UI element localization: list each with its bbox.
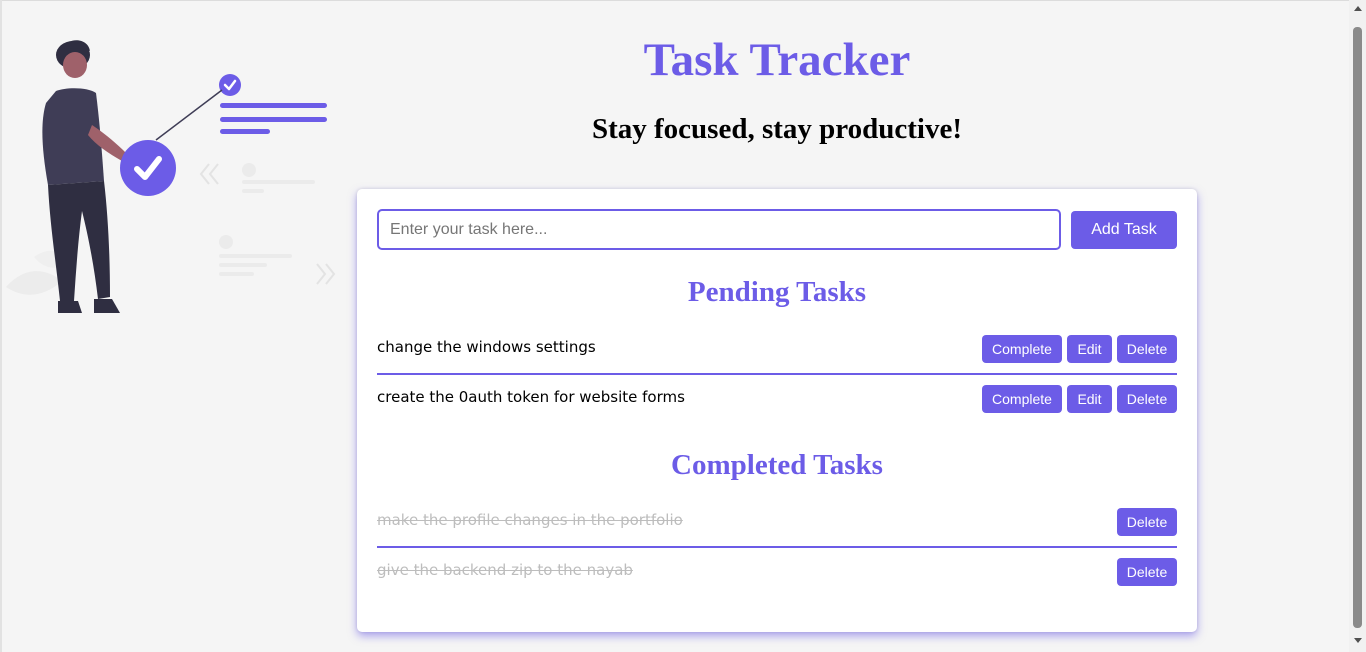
- person-icon: [42, 40, 126, 313]
- leaf-decoration-icon: [6, 271, 62, 295]
- scrollbar-thumb[interactable]: [1353, 27, 1362, 628]
- pending-tasks-heading: Pending Tasks: [687, 276, 867, 308]
- complete-button[interactable]: Complete: [982, 335, 1062, 363]
- completed-task-row: make the profile changes in the portfoli…: [377, 497, 1177, 548]
- delete-button[interactable]: Delete: [1117, 508, 1177, 536]
- completed-task-text: give the backend zip to the nayab: [377, 561, 633, 579]
- large-check-circle-icon: [120, 140, 176, 196]
- pending-task-row: change the windows settings Complete Edi…: [377, 324, 1177, 375]
- scroll-down-arrow-icon[interactable]: [1354, 638, 1362, 643]
- completed-task-row: give the backend zip to the nayab Delete: [377, 547, 1177, 597]
- small-check-circle-icon: [219, 74, 241, 96]
- person-with-checklist-illustration: [6, 40, 336, 313]
- completed-tasks-heading: Completed Tasks: [671, 449, 883, 481]
- completed-task-text: make the profile changes in the portfoli…: [377, 511, 683, 529]
- task-text: change the windows settings: [377, 338, 596, 356]
- task-text: create the 0auth token for website forms: [377, 388, 685, 406]
- edit-button[interactable]: Edit: [1067, 385, 1112, 413]
- delete-button[interactable]: Delete: [1117, 558, 1177, 586]
- edit-button[interactable]: Edit: [1067, 335, 1112, 363]
- complete-button[interactable]: Complete: [982, 385, 1062, 413]
- page-subtitle: Stay focused, stay productive!: [591, 113, 963, 145]
- window-left-border: [0, 0, 2, 652]
- checklist-lines-icon: [220, 103, 327, 134]
- delete-button[interactable]: Delete: [1117, 335, 1177, 363]
- scroll-up-arrow-icon[interactable]: [1354, 6, 1362, 11]
- window-top-border: [0, 0, 1366, 1]
- page-title: Task Tracker: [643, 34, 911, 86]
- faded-list-icon: [219, 163, 315, 276]
- pending-task-row: create the 0auth token for website forms…: [377, 374, 1177, 424]
- vertical-scrollbar[interactable]: [1349, 0, 1366, 652]
- add-task-button[interactable]: Add Task: [1071, 211, 1177, 249]
- task-card: Add Task Pending Tasks change the window…: [357, 189, 1197, 632]
- task-input[interactable]: [377, 209, 1061, 250]
- delete-button[interactable]: Delete: [1117, 385, 1177, 413]
